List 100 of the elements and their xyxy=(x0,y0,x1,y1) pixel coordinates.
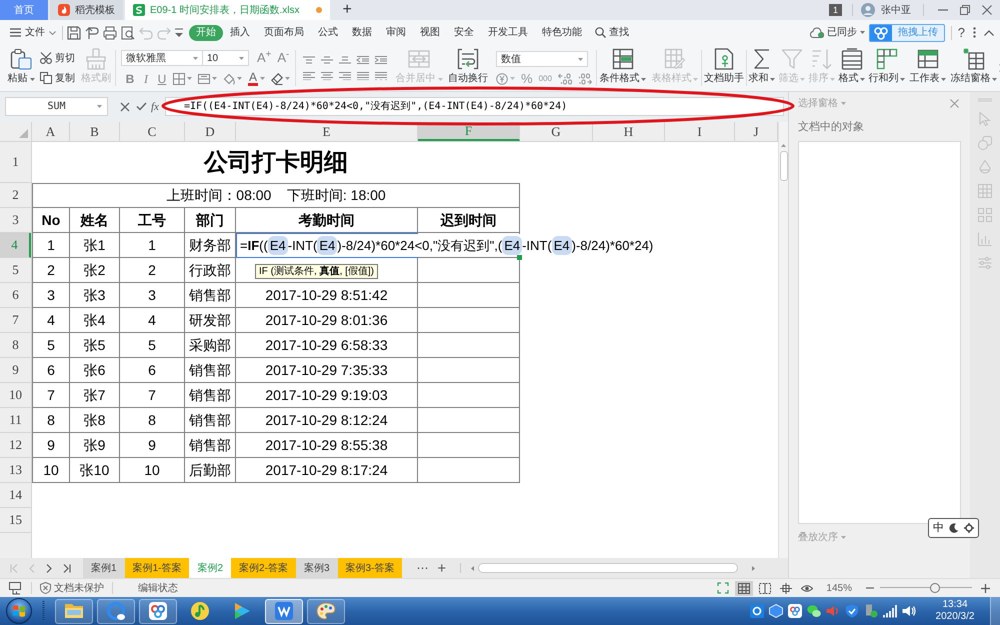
column-header[interactable]: C xyxy=(120,122,185,141)
horizontal-scrollbar-thumb[interactable] xyxy=(478,563,738,573)
cube-icon[interactable] xyxy=(769,604,783,618)
print-icon[interactable] xyxy=(103,26,117,40)
volume-icon[interactable] xyxy=(902,604,916,618)
eraser-icon[interactable] xyxy=(271,72,284,84)
column-header[interactable]: D xyxy=(185,122,236,141)
indent-decrease-icon[interactable] xyxy=(356,56,370,64)
fill-bucket-icon[interactable] xyxy=(223,72,235,84)
caret-icon[interactable] xyxy=(175,28,183,37)
ribbon-button[interactable]: 文档助手 xyxy=(702,45,746,91)
scrollbar-thumb[interactable] xyxy=(780,151,788,181)
ribbon-button[interactable]: 自动换行 xyxy=(444,45,492,91)
name-box[interactable]: SUM xyxy=(5,97,108,116)
row-header[interactable]: 12 xyxy=(0,433,31,458)
row-header[interactable]: 15 xyxy=(0,508,31,533)
row-header[interactable]: 10 xyxy=(0,383,31,408)
show-desktop-button[interactable] xyxy=(990,597,1000,625)
help-button[interactable]: ? xyxy=(958,22,965,42)
distribute-icon[interactable] xyxy=(374,72,388,80)
select-all-icon[interactable] xyxy=(19,129,28,138)
confirm-icon[interactable] xyxy=(136,102,147,111)
zoom-in-icon[interactable] xyxy=(981,584,990,592)
monitor-icon[interactable] xyxy=(9,582,21,594)
borders-icon[interactable] xyxy=(173,72,185,84)
tab[interactable]: E09-1 时间安排表，日期函数.xlsx xyxy=(125,0,330,20)
menu-tab[interactable]: 特色功能 xyxy=(535,24,589,40)
column-header[interactable]: A xyxy=(32,122,70,141)
add-sheet-button[interactable]: + xyxy=(437,560,446,576)
new-tab-button[interactable]: + xyxy=(342,0,352,20)
more-icon[interactable] xyxy=(973,27,976,38)
last-sheet-icon[interactable] xyxy=(63,564,71,572)
indent-increase-icon[interactable] xyxy=(374,56,388,64)
export-icon[interactable] xyxy=(85,26,99,40)
column-header[interactable]: H xyxy=(593,122,665,141)
shield-check-icon[interactable] xyxy=(845,604,859,618)
vertical-scrollbar[interactable] xyxy=(778,122,788,558)
sheet-tab[interactable]: 案例3 xyxy=(296,558,338,578)
taskbar-button[interactable] xyxy=(265,598,303,624)
chat-bubbles-icon[interactable] xyxy=(807,604,821,618)
menu-tab[interactable]: 页面布局 xyxy=(257,24,311,40)
ribbon-button[interactable]: 条件格式 xyxy=(596,45,649,91)
split-box-icon[interactable] xyxy=(198,72,210,84)
print-preview-icon[interactable] xyxy=(121,26,135,40)
tab[interactable]: 稻壳模板 xyxy=(50,0,123,20)
number-format-field[interactable]: 数值 xyxy=(496,51,588,67)
row-header[interactable]: 11 xyxy=(0,408,31,433)
ribbon-button[interactable]: 行和列 xyxy=(866,45,907,91)
fullscreen-icon[interactable] xyxy=(717,582,730,594)
decimal-increase-icon[interactable] xyxy=(558,72,572,84)
row-header[interactable]: 7 xyxy=(0,308,31,333)
menu-tab[interactable]: 公式 xyxy=(311,24,345,40)
taskbar-button[interactable] xyxy=(139,598,177,624)
align-middle-icon[interactable] xyxy=(320,56,334,64)
menu-tab[interactable]: 插入 xyxy=(223,24,257,40)
scroll-right-icon[interactable] xyxy=(752,566,756,570)
sheet-tab[interactable]: 案例3-答案 xyxy=(338,558,402,578)
currency-icon[interactable] xyxy=(496,72,508,84)
ribbon-button[interactable]: 工作表 xyxy=(906,45,949,91)
target-icon[interactable] xyxy=(964,523,974,533)
column-header[interactable]: B xyxy=(70,122,120,141)
row-header[interactable]: 8 xyxy=(0,333,31,358)
taskbar-button[interactable] xyxy=(55,598,93,624)
align-center-icon[interactable] xyxy=(320,72,334,80)
ribbon-button[interactable]: 格式 xyxy=(836,45,867,91)
sheet-tab[interactable]: 案例1 xyxy=(83,558,125,578)
protection-status[interactable]: 文档未保护 xyxy=(40,580,104,596)
save-icon[interactable] xyxy=(67,26,81,40)
ribbon-button[interactable]: 冻结窗格 xyxy=(948,45,999,91)
sliders-icon[interactable] xyxy=(978,256,992,270)
justify-icon[interactable] xyxy=(356,72,370,80)
column-header[interactable]: I xyxy=(665,122,735,141)
ribbon-button[interactable]: 剪切 xyxy=(40,50,80,66)
taskbar-button[interactable] xyxy=(97,598,135,624)
ribbon-button[interactable]: 粘贴 xyxy=(5,45,37,91)
decimal-decrease-icon[interactable] xyxy=(578,72,592,84)
row-header[interactable]: 6 xyxy=(0,283,31,308)
user-name[interactable]: 张中亚 xyxy=(881,2,911,18)
next-sheet-icon[interactable] xyxy=(46,564,52,572)
minimize-icon[interactable] xyxy=(938,9,948,11)
ribbon-button[interactable]: 复制 xyxy=(40,70,80,86)
taskbar-button[interactable] xyxy=(307,598,345,624)
column-header[interactable]: G xyxy=(520,122,593,141)
font-size-field[interactable]: 10 xyxy=(203,50,249,66)
more-sheets-button[interactable]: ⋯ xyxy=(416,559,428,577)
menu-tab[interactable]: 开发工具 xyxy=(481,24,535,40)
menu-tab[interactable]: 安全 xyxy=(447,24,481,40)
scroll-up-icon[interactable] xyxy=(781,144,786,147)
ribbon-button[interactable]: 求和 xyxy=(746,45,777,91)
moon-icon[interactable] xyxy=(949,523,959,533)
clock-date[interactable]: 2020/3/2 xyxy=(936,611,974,623)
align-right-icon[interactable] xyxy=(338,72,352,80)
scroll-left-icon[interactable] xyxy=(471,566,474,570)
row-header[interactable]: 5 xyxy=(0,258,31,283)
ime-toolbar[interactable]: 中 xyxy=(928,518,979,538)
collapse-icon[interactable] xyxy=(984,30,994,36)
fill-handle-icon[interactable] xyxy=(517,255,522,260)
menu-tab[interactable]: 审阅 xyxy=(379,24,413,40)
start-orb-icon[interactable] xyxy=(6,598,32,624)
sheet-tab[interactable]: 案例2-答案 xyxy=(231,558,296,578)
